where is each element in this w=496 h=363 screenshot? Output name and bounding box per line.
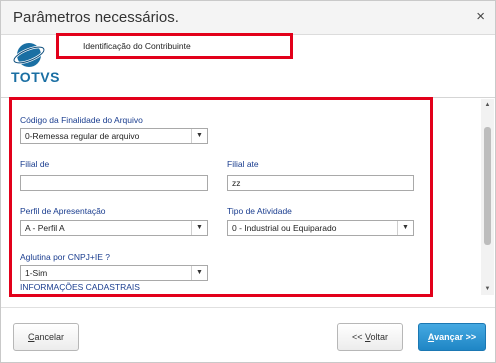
back-label: oltar — [370, 332, 389, 342]
aglutina-label: Aglutina por CNPJ+IE ? — [20, 252, 111, 262]
filial-de-input[interactable] — [20, 175, 208, 191]
next-button[interactable]: Avançar >> — [418, 323, 486, 351]
perfil-label: Perfil de Apresentação — [20, 206, 106, 216]
perfil-value: A - Perfil A — [25, 223, 65, 233]
dialog: Parâmetros necessários. × TOTVS Identifi… — [0, 0, 496, 363]
title-bar: Parâmetros necessários. × — [1, 1, 495, 35]
cancel-button[interactable]: Cancelar — [13, 323, 79, 351]
section-title-cadastrais: INFORMAÇÕES CADASTRAIS — [20, 282, 140, 292]
finalidade-select[interactable]: 0-Remessa regular de arquivo ▼ — [20, 128, 208, 144]
filial-ate-label: Filial ate — [227, 159, 259, 169]
finalidade-value: 0-Remessa regular de arquivo — [25, 131, 140, 141]
cancel-label: ancelar — [34, 332, 65, 342]
chevron-down-icon: ▼ — [191, 266, 207, 280]
atividade-label: Tipo de Atividade — [227, 206, 292, 216]
aglutina-value: 1-Sim — [25, 268, 48, 278]
perfil-select[interactable]: A - Perfil A ▼ — [20, 220, 208, 236]
scrollbar-thumb[interactable] — [484, 127, 491, 245]
finalidade-label: Código da Finalidade do Arquivo — [20, 115, 143, 125]
back-button[interactable]: << Voltar — [337, 323, 403, 351]
back-prefix: << — [351, 332, 365, 342]
dialog-title: Parâmetros necessários. — [13, 9, 179, 26]
chevron-down-icon: ▼ — [191, 221, 207, 235]
next-label: vançar >> — [434, 332, 477, 342]
vertical-scrollbar[interactable]: ▲ ▼ — [481, 99, 494, 295]
scroll-down-icon[interactable]: ▼ — [481, 283, 494, 295]
filial-de-label: Filial de — [20, 159, 50, 169]
chevron-down-icon: ▼ — [191, 129, 207, 143]
header-label: Identificação do Contribuinte — [83, 41, 191, 51]
scroll-up-icon[interactable]: ▲ — [481, 99, 494, 111]
logo-text: TOTVS — [11, 69, 60, 85]
filial-ate-input[interactable]: zz — [227, 175, 414, 191]
chevron-down-icon: ▼ — [397, 221, 413, 235]
header-highlight: Identificação do Contribuinte — [56, 33, 293, 59]
aglutina-select[interactable]: 1-Sim ▼ — [20, 265, 208, 281]
atividade-value: 0 - Industrial ou Equiparado — [232, 223, 337, 233]
divider — [1, 307, 495, 308]
close-icon[interactable]: × — [476, 9, 485, 25]
atividade-select[interactable]: 0 - Industrial ou Equiparado ▼ — [227, 220, 414, 236]
